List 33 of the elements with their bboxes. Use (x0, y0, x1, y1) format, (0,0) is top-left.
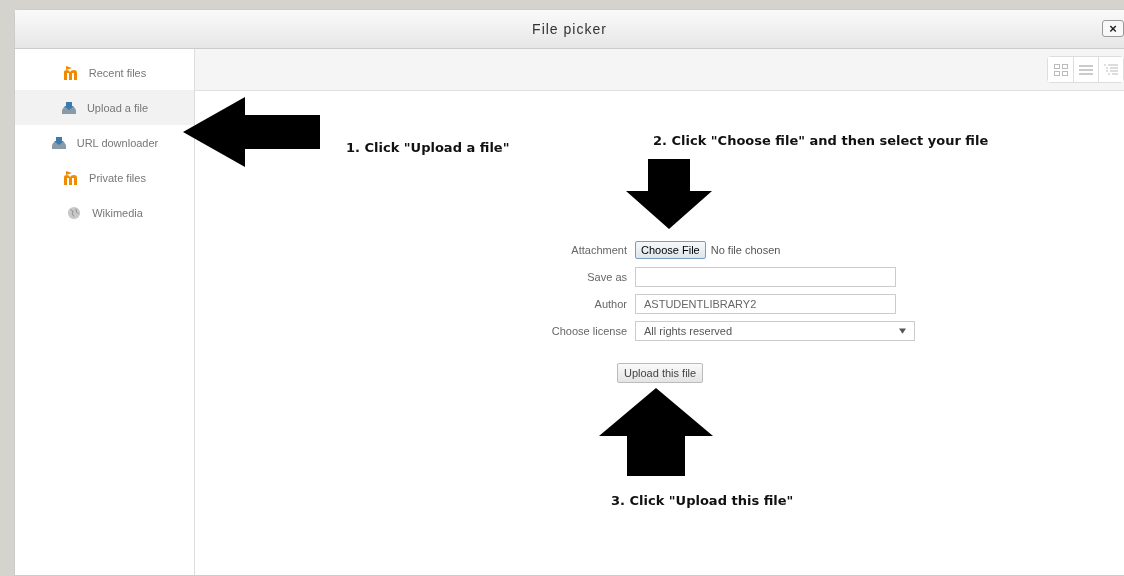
instruction-text: 3. Click "Upload this file" (611, 493, 794, 508)
mortarboard-icon (63, 170, 80, 185)
license-dropdown[interactable]: All rights reserved (635, 321, 915, 341)
instruction-text: 1. Click "Upload a file" (346, 140, 510, 155)
arrow-icon (183, 97, 320, 167)
globe-icon (66, 205, 83, 220)
mortarboard-icon (62, 65, 79, 80)
choose-file-button[interactable]: Choose File (635, 241, 706, 259)
file-status: No file chosen (710, 244, 781, 256)
upload-icon (60, 100, 77, 115)
instruction-text: 2. Click "Choose file" and then select your file (653, 133, 989, 148)
field-label: Attachment (570, 244, 628, 256)
field-label: Author (593, 298, 628, 310)
field-label: Save as (586, 271, 628, 283)
list-icon (1079, 63, 1093, 76)
close-button[interactable]: × (1102, 20, 1124, 37)
field-label: Choose license (550, 325, 628, 337)
tree-list-icon (1104, 63, 1118, 76)
sidebar-item[interactable]: Private files (15, 160, 194, 195)
arrow-icon (599, 388, 713, 476)
sidebar-item[interactable]: Upload a file (15, 90, 194, 125)
sidebar-item[interactable]: URL downloader (15, 125, 194, 160)
upload-button[interactable]: Upload this file (617, 363, 704, 383)
view-button[interactable] (1098, 57, 1123, 82)
sidebar-item[interactable]: Wikimedia (15, 195, 194, 230)
arrow-icon (626, 159, 712, 229)
input-field[interactable] (635, 267, 896, 287)
sidebar-item[interactable]: Recent files (15, 55, 194, 90)
caret-icon (899, 328, 906, 334)
upload-icon (50, 135, 67, 150)
grid-icon (1053, 63, 1068, 76)
input-field[interactable]: ASTUDENTLIBRARY2 (635, 294, 896, 314)
window-title: File picker (532, 21, 607, 37)
